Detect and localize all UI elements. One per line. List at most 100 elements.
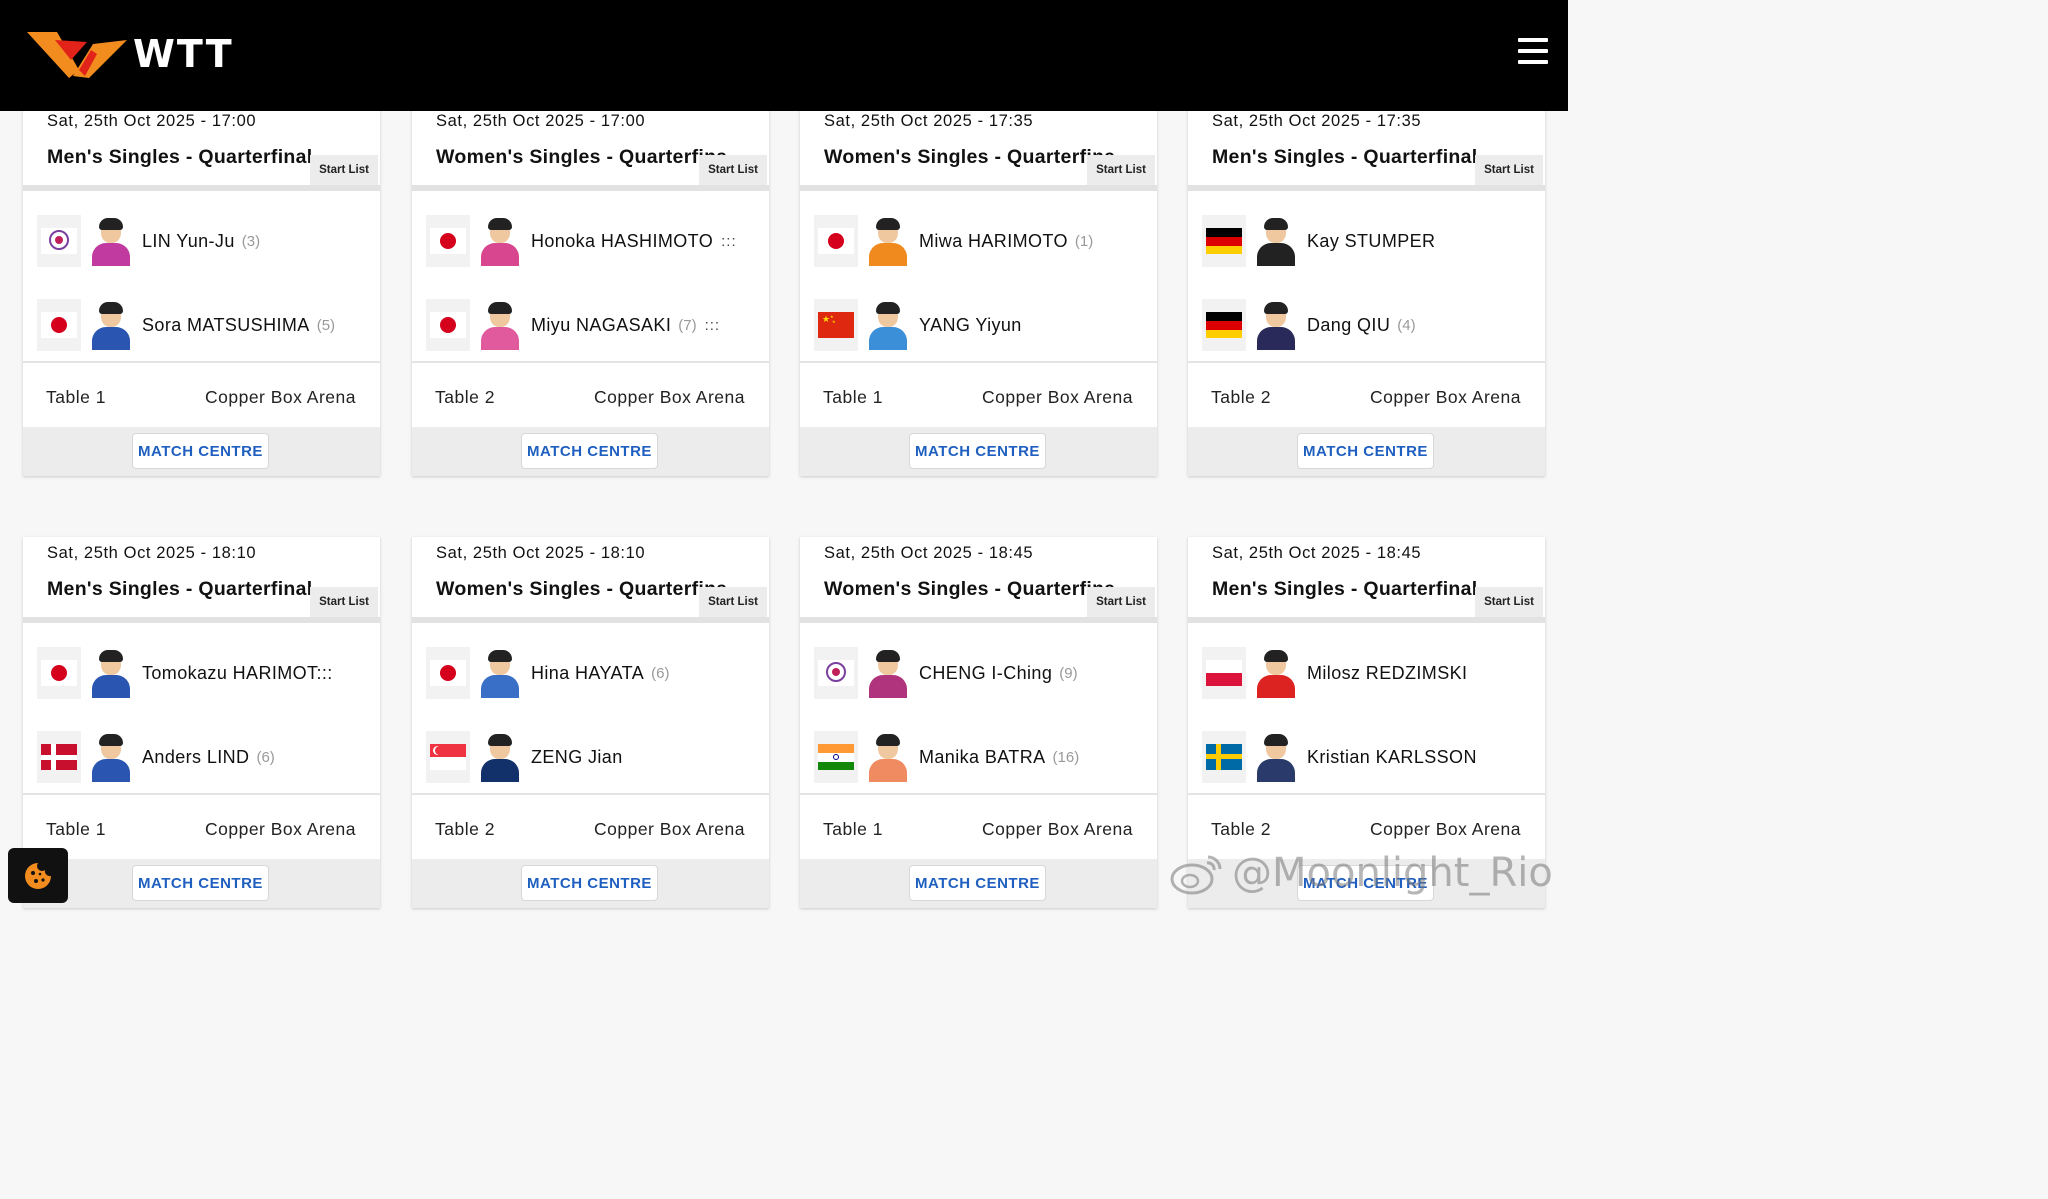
- hamburger-icon[interactable]: [1518, 38, 1548, 64]
- match-location: Table 1 Copper Box Arena: [23, 793, 380, 859]
- player-photo: [478, 300, 522, 350]
- player-more-indicator: :::: [704, 316, 721, 334]
- player-row[interactable]: Dang QIU (4): [1202, 299, 1416, 351]
- table-number: Table 1: [823, 387, 883, 407]
- match-card[interactable]: Sat, 25th Oct 2025 - 18:10 Men's Singles …: [23, 537, 380, 908]
- player-photo: [1254, 732, 1298, 782]
- player-row[interactable]: CHENG I-Ching (9): [814, 647, 1078, 699]
- match-card[interactable]: Sat, 25th Oct 2025 - 17:35 Women's Single…: [800, 105, 1157, 476]
- flag-ger-icon: [1202, 215, 1246, 267]
- table-number: Table 1: [46, 387, 106, 407]
- player-row[interactable]: Miwa HARIMOTO (1): [814, 215, 1093, 267]
- start-list-button[interactable]: Start List: [699, 587, 767, 617]
- start-list-button[interactable]: Start List: [1475, 155, 1543, 185]
- flag-jpn-icon: [426, 299, 470, 351]
- match-centre-button[interactable]: MATCH CENTRE: [909, 865, 1046, 901]
- player-photo: [89, 732, 133, 782]
- brand-name: WTT: [133, 32, 234, 76]
- player-name: Miwa HARIMOTO: [919, 230, 1068, 251]
- player-photo: [89, 300, 133, 350]
- start-list-button[interactable]: Start List: [699, 155, 767, 185]
- match-card-actions: MATCH CENTRE: [1188, 427, 1545, 476]
- player-seed: (7): [678, 316, 697, 334]
- match-card-header: Sat, 25th Oct 2025 - 18:10 Women's Single…: [412, 537, 769, 623]
- player-name: ZENG Jian: [531, 746, 623, 767]
- start-list-button[interactable]: Start List: [310, 155, 378, 185]
- player-name: YANG Yiyun: [919, 314, 1022, 335]
- flag-swe-icon: [1202, 731, 1246, 783]
- event-title: Women's Singles - Quarterfinal: [436, 146, 726, 168]
- player-name: Manika BATRA: [919, 746, 1046, 767]
- player-row[interactable]: LIN Yun-Ju (3): [37, 215, 260, 267]
- start-list-button[interactable]: Start List: [1087, 155, 1155, 185]
- players-section: Milosz REDZIMSKI Kristian KARLSSON: [1188, 623, 1545, 793]
- player-name: Sora MATSUSHIMA: [142, 314, 310, 335]
- match-centre-button[interactable]: MATCH CENTRE: [132, 865, 269, 901]
- player-name: LIN Yun-Ju: [142, 230, 235, 251]
- match-card[interactable]: Sat, 25th Oct 2025 - 17:35 Men's Singles …: [1188, 105, 1545, 476]
- player-row[interactable]: ZENG Jian: [426, 731, 623, 783]
- start-list-button[interactable]: Start List: [310, 587, 378, 617]
- player-photo: [478, 216, 522, 266]
- event-title: Men's Singles - Quarterfinal: [47, 578, 313, 600]
- match-centre-button[interactable]: MATCH CENTRE: [1297, 433, 1434, 469]
- match-datetime: Sat, 25th Oct 2025 - 17:00: [436, 112, 646, 130]
- match-card[interactable]: Sat, 25th Oct 2025 - 18:10 Women's Single…: [412, 537, 769, 908]
- match-location: Table 2 Copper Box Arena: [412, 361, 769, 427]
- flag-sgp-icon: [426, 731, 470, 783]
- match-location: Table 2 Copper Box Arena: [1188, 361, 1545, 427]
- match-datetime: Sat, 25th Oct 2025 - 18:10: [47, 544, 257, 562]
- flag-jpn-icon: [37, 299, 81, 351]
- start-list-button[interactable]: Start List: [1475, 587, 1543, 617]
- flag-pol-icon: [1202, 647, 1246, 699]
- player-name: CHENG I-Ching: [919, 662, 1053, 683]
- player-row[interactable]: Kristian KARLSSON: [1202, 731, 1477, 783]
- venue-name: Copper Box Arena: [204, 819, 356, 839]
- player-name: Kristian KARLSSON: [1307, 746, 1477, 767]
- cookie-settings-button[interactable]: [8, 848, 68, 903]
- player-row[interactable]: Milosz REDZIMSKI: [1202, 647, 1467, 699]
- venue-name: Copper Box Arena: [1369, 819, 1521, 839]
- event-title: Men's Singles - Quarterfinal: [1212, 146, 1478, 168]
- match-card[interactable]: Sat, 25th Oct 2025 - 17:00 Women's Single…: [412, 105, 769, 476]
- venue-name: Copper Box Arena: [1369, 387, 1521, 407]
- player-row[interactable]: Kay STUMPER: [1202, 215, 1435, 267]
- venue-name: Copper Box Arena: [593, 387, 745, 407]
- match-card-header: Sat, 25th Oct 2025 - 18:45 Women's Single…: [800, 537, 1157, 623]
- player-row[interactable]: Manika BATRA (16): [814, 731, 1079, 783]
- table-number: Table 2: [1211, 819, 1271, 839]
- match-card-actions: MATCH CENTRE: [23, 427, 380, 476]
- start-list-button[interactable]: Start List: [1087, 587, 1155, 617]
- event-title: Men's Singles - Quarterfinal: [1212, 578, 1478, 600]
- player-row[interactable]: Miyu NAGASAKI (7):::: [426, 299, 720, 351]
- player-name: Kay STUMPER: [1307, 230, 1436, 251]
- table-number: Table 1: [46, 819, 106, 839]
- flag-jpn-icon: [426, 647, 470, 699]
- player-name: Honoka HASHIMOTO: [531, 230, 714, 251]
- player-more-indicator: :::: [721, 232, 737, 250]
- match-centre-button[interactable]: MATCH CENTRE: [521, 865, 658, 901]
- player-photo: [866, 216, 910, 266]
- match-centre-button[interactable]: MATCH CENTRE: [132, 433, 269, 469]
- venue-name: Copper Box Arena: [981, 387, 1133, 407]
- player-row[interactable]: Tomokazu HARIMOT:::: [37, 647, 333, 699]
- player-row[interactable]: ★ ★ ★ YANG Yiyun: [814, 299, 1022, 351]
- player-row[interactable]: Anders LIND (6): [37, 731, 275, 783]
- venue-name: Copper Box Arena: [204, 387, 356, 407]
- player-row[interactable]: Honoka HASHIMOTO:::: [426, 215, 737, 267]
- table-number: Table 2: [435, 819, 495, 839]
- match-card[interactable]: Sat, 25th Oct 2025 - 17:00 Men's Singles …: [23, 105, 380, 476]
- match-centre-button[interactable]: MATCH CENTRE: [909, 433, 1046, 469]
- flag-tpe-icon: [814, 647, 858, 699]
- match-location: Table 1 Copper Box Arena: [23, 361, 380, 427]
- match-centre-button[interactable]: MATCH CENTRE: [521, 433, 658, 469]
- match-card[interactable]: Sat, 25th Oct 2025 - 18:45 Women's Single…: [800, 537, 1157, 908]
- wtt-logo[interactable]: WTT: [27, 30, 234, 78]
- match-datetime: Sat, 25th Oct 2025 - 18:45: [824, 544, 1034, 562]
- event-title: Men's Singles - Quarterfinal: [47, 146, 313, 168]
- match-datetime: Sat, 25th Oct 2025 - 17:35: [824, 112, 1034, 130]
- player-row[interactable]: Hina HAYATA (6): [426, 647, 669, 699]
- player-row[interactable]: Sora MATSUSHIMA (5): [37, 299, 335, 351]
- match-datetime: Sat, 25th Oct 2025 - 17:35: [1212, 112, 1422, 130]
- player-seed: (6): [651, 664, 670, 682]
